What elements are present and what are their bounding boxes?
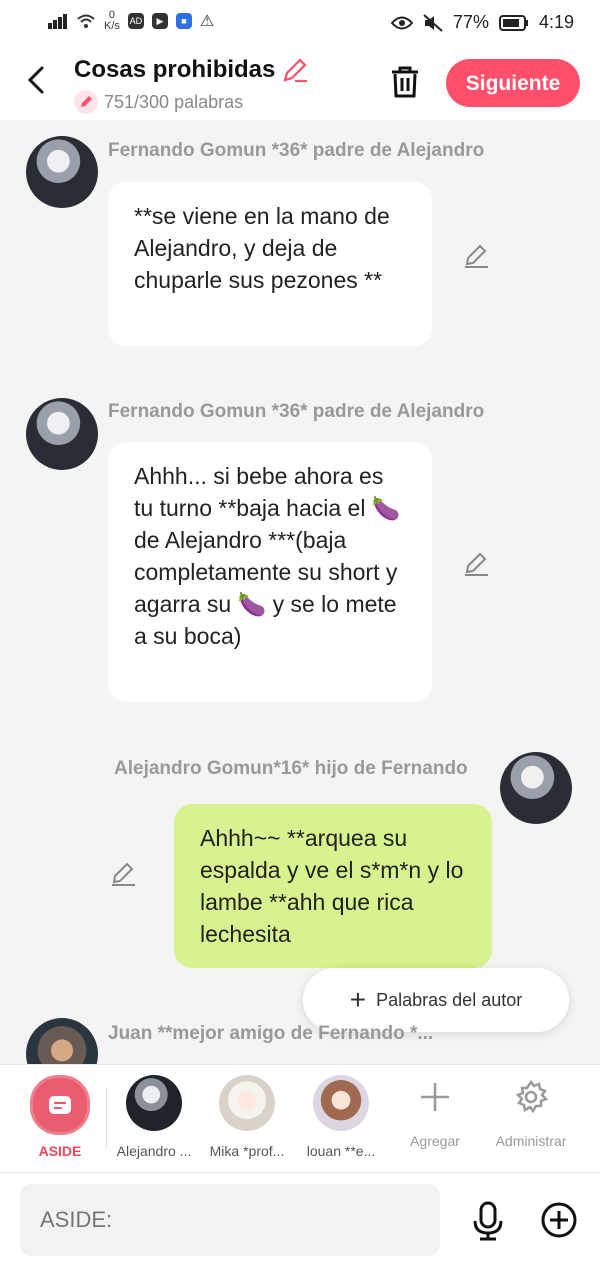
message-sender: Juan **mejor amigo de Fernando *... [108, 1023, 434, 1044]
clock: 4:19 [538, 12, 574, 32]
avatar [313, 1075, 369, 1131]
add-circle-icon[interactable] [540, 1201, 578, 1239]
net-speed-unit: K/s [104, 20, 120, 32]
next-button[interactable]: Siguiente [446, 59, 580, 107]
message-sender: Fernando Gomun *36* padre de Alejandro [108, 401, 485, 422]
character-aside[interactable]: ASIDE [15, 1065, 105, 1173]
character-bar: ASIDE Alejandro ... Mika *prof... louan … [0, 1064, 600, 1173]
avatar [126, 1075, 182, 1131]
author-words-label: Palabras del autor [376, 989, 523, 1010]
battery-icon [498, 14, 528, 31]
warning-icon: ⚠ [199, 13, 215, 30]
word-count-text: 751/300 palabras [104, 91, 244, 112]
net-speed: 0 K/s [104, 10, 120, 32]
input-bar [0, 1172, 600, 1268]
story-title[interactable]: Cosas prohibidas [74, 56, 309, 84]
status-right: 77% 4:19 [390, 12, 574, 33]
character-label: Alejandro ... [116, 1143, 192, 1159]
message-bubble[interactable]: **se viene en la mano de Alejandro, y de… [108, 182, 432, 346]
chat-area[interactable]: Fernando Gomun *36* padre de Alejandro *… [0, 120, 600, 1064]
status-bar: 0 K/s AD ▶ ■ ⚠ 77% 4:19 [0, 0, 600, 44]
top-bar: Cosas prohibidas 751/300 palabras Siguie… [0, 44, 600, 120]
character-label: Agregar [410, 1133, 460, 1149]
signal-icon [48, 13, 68, 29]
avatar [219, 1075, 275, 1131]
eye-icon [390, 16, 413, 29]
add-character-button[interactable]: Agregar [390, 1065, 480, 1173]
plus-icon [421, 1083, 449, 1111]
edit-message-icon[interactable] [462, 550, 490, 578]
message-bubble[interactable]: Ahhh... si bebe ahora es tu turno **baja… [108, 442, 432, 702]
battery-percent: 77% [452, 12, 489, 32]
play-icon: ▶ [151, 13, 168, 29]
manage-characters-button[interactable]: Administrar [486, 1065, 576, 1173]
message-sender: Fernando Gomun *36* padre de Alejandro [108, 140, 485, 161]
title-text: Cosas prohibidas [74, 56, 276, 83]
avatar-fernando[interactable] [26, 136, 98, 208]
divider [106, 1087, 107, 1149]
aside-icon [30, 1075, 90, 1135]
status-left: 0 K/s AD ▶ ■ ⚠ [48, 10, 214, 32]
edit-message-icon[interactable] [462, 242, 490, 270]
character-label: Mika *prof... [209, 1143, 285, 1159]
character-label: louan **e... [306, 1143, 376, 1159]
character-label: ASIDE [38, 1143, 82, 1159]
shield-icon: ■ [175, 13, 192, 29]
plus-icon: + [349, 984, 367, 1015]
message-input[interactable] [20, 1184, 440, 1256]
character-mika[interactable]: Mika *prof... [202, 1065, 292, 1173]
character-louan[interactable]: louan **e... [296, 1065, 386, 1173]
avatar-juan[interactable] [26, 1018, 98, 1064]
back-arrow-icon[interactable] [22, 62, 52, 98]
word-counter: 751/300 palabras [74, 90, 243, 114]
pencil-icon [74, 90, 98, 114]
avatar-fernando[interactable] [26, 398, 98, 470]
character-alejandro[interactable]: Alejandro ... [109, 1065, 199, 1173]
character-label: Administrar [495, 1133, 567, 1149]
mute-icon [423, 13, 443, 32]
trash-icon[interactable] [388, 64, 422, 100]
wifi-icon [77, 14, 95, 28]
edit-message-icon[interactable] [109, 860, 137, 888]
edit-title-icon[interactable] [281, 56, 309, 84]
avatar-alejandro[interactable] [500, 752, 572, 824]
message-sender: Alejandro Gomun*16* hijo de Fernando [114, 758, 468, 779]
ad-icon: AD [127, 13, 144, 29]
gear-icon [515, 1079, 549, 1114]
microphone-icon[interactable] [470, 1201, 506, 1241]
message-bubble[interactable]: Ahhh~~ **arquea su espalda y ve el s*m*n… [174, 804, 492, 968]
